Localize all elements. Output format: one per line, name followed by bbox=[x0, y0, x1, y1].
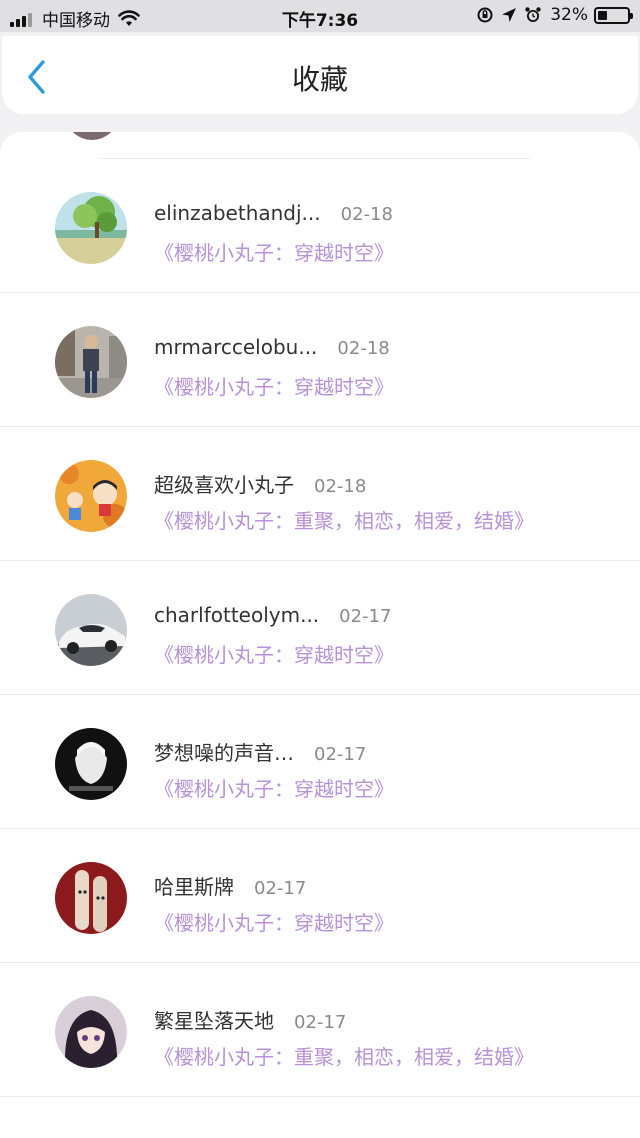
user-name[interactable]: 超级喜欢小丸子 bbox=[154, 469, 294, 498]
partial-avatar bbox=[62, 132, 122, 140]
avatar[interactable] bbox=[55, 326, 127, 398]
item-header: elinzabethandj... 02-18 bbox=[154, 201, 393, 225]
user-name[interactable]: 繁星坠落天地 bbox=[154, 1005, 274, 1034]
item-date: 02-17 bbox=[339, 606, 392, 627]
battery-percent: 32% bbox=[550, 5, 588, 25]
finger-faces-image bbox=[55, 862, 127, 934]
item-date: 02-18 bbox=[340, 204, 393, 225]
item-header: mrmarccelobu... 02-18 bbox=[154, 335, 390, 359]
book-title-link[interactable]: 《樱桃小丸子：穿越时空》 bbox=[154, 371, 394, 400]
item-header: 梦想噪的声音… 02-17 bbox=[154, 737, 366, 766]
user-name[interactable]: 哈里斯牌 bbox=[154, 871, 234, 900]
location-icon bbox=[502, 8, 517, 22]
avatar[interactable] bbox=[55, 192, 127, 264]
book-title-link[interactable]: 《樱桃小丸子：穿越时空》 bbox=[154, 773, 394, 802]
item-date: 02-18 bbox=[314, 476, 367, 497]
battery-icon bbox=[594, 6, 633, 24]
white-car-image bbox=[55, 594, 127, 666]
list-item[interactable]: 梦想噪的声音… 02-17 《樱桃小丸子：穿越时空》 bbox=[0, 695, 640, 829]
list-item[interactable]: 超级喜欢小丸子 02-18 《樱桃小丸子：重聚，相恋，相爱，结婚》 bbox=[0, 427, 640, 561]
status-bar: 中国移动 下午7:36 32% bbox=[0, 0, 640, 32]
nav-header: 收藏 bbox=[2, 36, 638, 114]
book-title-link[interactable]: 《樱桃小丸子：穿越时空》 bbox=[154, 907, 394, 936]
avatar[interactable] bbox=[55, 594, 127, 666]
avatar[interactable] bbox=[55, 862, 127, 934]
dark-portrait-image bbox=[55, 728, 127, 800]
book-title-link[interactable]: 《樱桃小丸子：穿越时空》 bbox=[154, 237, 394, 266]
favorites-list[interactable]: elinzabethandj... 02-18 《樱桃小丸子：穿越时空》 mrm… bbox=[0, 132, 640, 1138]
item-date: 02-17 bbox=[314, 744, 367, 765]
list-item[interactable]: charlfotteolym... 02-17 《樱桃小丸子：穿越时空》 bbox=[0, 561, 640, 695]
divider bbox=[0, 1096, 640, 1097]
alarm-icon bbox=[525, 7, 541, 22]
status-right: 32% bbox=[470, 5, 633, 25]
avatar[interactable] bbox=[55, 460, 127, 532]
book-title-link[interactable]: 《樱桃小丸子：重聚，相恋，相爱，结婚》 bbox=[154, 505, 534, 534]
avatar[interactable] bbox=[55, 996, 127, 1068]
avatar[interactable] bbox=[55, 728, 127, 800]
battery-fill bbox=[598, 10, 607, 20]
user-name[interactable]: elinzabethandj... bbox=[154, 201, 321, 225]
list-item[interactable]: mrmarccelobu... 02-18 《樱桃小丸子：穿越时空》 bbox=[0, 293, 640, 427]
item-header: charlfotteolym... 02-17 bbox=[154, 603, 391, 627]
item-header: 哈里斯牌 02-17 bbox=[154, 871, 306, 900]
user-name[interactable]: 梦想噪的声音… bbox=[154, 737, 294, 766]
item-date: 02-18 bbox=[337, 338, 390, 359]
list-item[interactable]: 繁星坠落天地 02-17 《樱桃小丸子：重聚，相恋，相爱，结婚》 bbox=[0, 963, 640, 1097]
orientation-lock-icon bbox=[477, 7, 493, 23]
list-item[interactable]: elinzabethandj... 02-18 《樱桃小丸子：穿越时空》 bbox=[0, 159, 640, 293]
item-date: 02-17 bbox=[254, 878, 307, 899]
page-title: 收藏 bbox=[291, 63, 348, 96]
item-header: 超级喜欢小丸子 02-18 bbox=[154, 469, 366, 498]
book-title-link[interactable]: 《樱桃小丸子：重聚，相恋，相爱，结婚》 bbox=[154, 1041, 534, 1070]
user-name[interactable]: mrmarccelobu... bbox=[154, 335, 317, 359]
list-item[interactable]: 哈里斯牌 02-17 《樱桃小丸子：穿越时空》 bbox=[0, 829, 640, 963]
item-header: 繁星坠落天地 02-17 bbox=[154, 1005, 346, 1034]
item-date: 02-17 bbox=[294, 1012, 347, 1033]
user-name[interactable]: charlfotteolym... bbox=[154, 603, 319, 627]
cartoon-autumn-image bbox=[55, 460, 127, 532]
man-street-image bbox=[55, 326, 127, 398]
landscape-tree-image bbox=[55, 192, 127, 264]
anime-girl-image bbox=[55, 996, 127, 1068]
book-title-link[interactable]: 《樱桃小丸子：穿越时空》 bbox=[154, 639, 394, 668]
